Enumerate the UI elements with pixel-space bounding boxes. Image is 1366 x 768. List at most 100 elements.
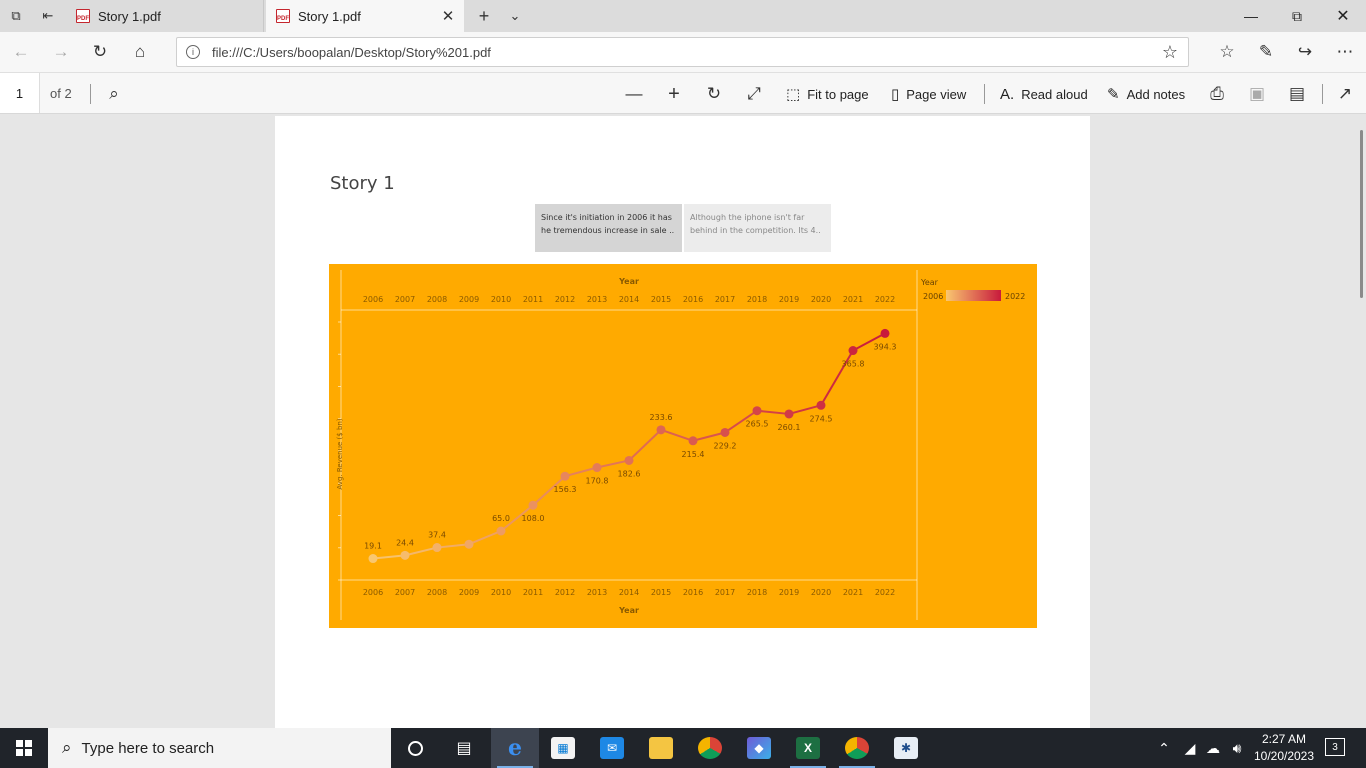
network-icon[interactable]: ◢ bbox=[1180, 728, 1200, 768]
favorites-icon[interactable]: ☆ bbox=[1214, 40, 1240, 64]
x-tick-label-bottom: 2011 bbox=[523, 588, 543, 597]
task-view-icon[interactable]: ▤ bbox=[440, 728, 488, 768]
fit-to-page-button[interactable]: ⬚ Fit to page bbox=[786, 83, 869, 105]
divider bbox=[984, 84, 985, 104]
taskbar-search[interactable]: ⌕ Type here to search bbox=[48, 728, 391, 768]
pen-icon[interactable]: ✎ bbox=[1253, 40, 1279, 64]
search-placeholder: Type here to search bbox=[81, 739, 215, 757]
pin-toolbar-icon[interactable]: ↗ bbox=[1333, 82, 1357, 106]
more-icon[interactable]: ⋯ bbox=[1332, 40, 1358, 64]
x-tick-label-bottom: 2017 bbox=[715, 588, 735, 597]
x-tick-label-top: 2009 bbox=[459, 295, 479, 304]
data-point bbox=[560, 471, 570, 481]
taskbar: ⌕ Type here to search ▤ e ▦ ✉ ◆ X ✱ ⌃ ◢ … bbox=[0, 728, 1366, 768]
minimize-icon[interactable]: — bbox=[1228, 0, 1274, 32]
page-total: of 2 bbox=[50, 86, 72, 101]
volume-icon[interactable]: 🔊︎ bbox=[1226, 728, 1248, 768]
x-tick-label-top: 2007 bbox=[395, 295, 415, 304]
story-point-2: Although the iphone isn't far behind in … bbox=[684, 204, 831, 252]
data-label: 394.3 bbox=[874, 342, 897, 351]
restore-icon[interactable]: ⧉ bbox=[1274, 0, 1320, 32]
read-aloud-label: Read aloud bbox=[1021, 86, 1088, 102]
save-as-icon[interactable]: ▤ bbox=[1285, 82, 1309, 106]
cortana-icon[interactable] bbox=[391, 728, 439, 768]
forward-arrow-icon[interactable]: → bbox=[48, 40, 74, 64]
x-tick-label-top: 2018 bbox=[747, 295, 767, 304]
onedrive-icon[interactable]: ☁ bbox=[1202, 728, 1224, 768]
data-label: 19.1 bbox=[364, 542, 382, 551]
copilot-app-icon[interactable]: ◆ bbox=[735, 728, 783, 768]
data-label: 260.1 bbox=[778, 423, 801, 432]
excel-app-icon[interactable]: X bbox=[784, 728, 832, 768]
pen-icon: ✎ bbox=[1107, 86, 1120, 103]
save-icon[interactable]: ▣ bbox=[1245, 82, 1269, 106]
edge-app-icon[interactable]: e bbox=[491, 728, 539, 768]
x-tick-label-top: 2006 bbox=[363, 295, 383, 304]
zoom-in-icon[interactable]: + bbox=[662, 82, 686, 106]
line-segment bbox=[628, 429, 662, 462]
tab-actions-icon[interactable]: ⧉ bbox=[6, 6, 26, 26]
x-tick-label-top: 2015 bbox=[651, 295, 671, 304]
fullscreen-icon[interactable]: ⤢ bbox=[742, 82, 766, 106]
search-icon[interactable]: ⌕ bbox=[102, 82, 126, 106]
story-point-1: Since it's initiation in 2006 it has he … bbox=[535, 204, 682, 252]
data-label: 37.4 bbox=[428, 531, 446, 540]
x-tick-label-bottom: 2014 bbox=[619, 588, 639, 597]
tab-story-1-inactive[interactable]: PDF Story 1.pdf bbox=[66, 0, 264, 32]
tab-story-1-active[interactable]: PDF Story 1.pdf ✕ bbox=[266, 0, 464, 32]
x-tick-label-top: 2022 bbox=[875, 295, 895, 304]
tab-title: Story 1.pdf bbox=[98, 8, 161, 24]
x-tick-label-bottom: 2007 bbox=[395, 588, 415, 597]
clock[interactable]: 2:27 AM 10/20/2023 bbox=[1247, 731, 1321, 765]
info-icon[interactable]: i bbox=[186, 45, 200, 59]
store-app-icon[interactable]: ▦ bbox=[539, 728, 587, 768]
scrollbar[interactable] bbox=[1360, 130, 1363, 298]
zoom-out-icon[interactable]: — bbox=[622, 82, 646, 106]
back-arrow-icon[interactable]: ← bbox=[8, 40, 34, 64]
chrome-profile-app-icon[interactable] bbox=[833, 728, 881, 768]
data-label: 24.4 bbox=[396, 538, 414, 547]
close-tab-icon[interactable]: ✕ bbox=[440, 8, 456, 25]
data-label: 108.0 bbox=[522, 514, 545, 523]
mail-app-icon[interactable]: ✉ bbox=[588, 728, 636, 768]
page-number-input[interactable]: 1 bbox=[0, 73, 40, 113]
x-axis-title-top: Year bbox=[618, 277, 639, 286]
data-label: 215.4 bbox=[682, 450, 705, 459]
refresh-icon[interactable]: ↻ bbox=[87, 40, 113, 64]
x-tick-label-bottom: 2009 bbox=[459, 588, 479, 597]
rotate-icon[interactable]: ↻ bbox=[702, 82, 726, 106]
data-label: 265.5 bbox=[746, 420, 769, 429]
line-segment bbox=[596, 459, 630, 469]
line-segment bbox=[788, 404, 822, 415]
page-view-button[interactable]: ▯ Page view bbox=[891, 83, 966, 105]
pdf-file-icon: PDF bbox=[276, 9, 290, 23]
close-window-icon[interactable]: ✕ bbox=[1320, 0, 1366, 32]
start-button[interactable] bbox=[0, 728, 48, 768]
set-aside-tabs-icon[interactable]: ⇤ bbox=[38, 6, 58, 26]
chrome-app-icon[interactable] bbox=[686, 728, 734, 768]
read-aloud-button[interactable]: A. Read aloud bbox=[1000, 83, 1088, 105]
url-input[interactable]: i file:///C:/Users/boopalan/Desktop/Stor… bbox=[176, 37, 1189, 67]
x-tick-label-bottom: 2019 bbox=[779, 588, 799, 597]
notification-center-icon[interactable]: 3 bbox=[1325, 738, 1345, 756]
tableau-app-icon[interactable]: ✱ bbox=[882, 728, 930, 768]
tab-list-chevron-icon[interactable]: ⌄ bbox=[505, 6, 525, 26]
home-icon[interactable]: ⌂ bbox=[127, 40, 153, 64]
x-tick-label-top: 2012 bbox=[555, 295, 575, 304]
add-notes-label: Add notes bbox=[1126, 86, 1186, 102]
x-tick-label-top: 2017 bbox=[715, 295, 735, 304]
print-icon[interactable]: ⎙ bbox=[1205, 82, 1229, 106]
new-tab-icon[interactable]: + bbox=[474, 6, 494, 26]
legend-title: Year bbox=[920, 278, 939, 287]
favorite-star-icon[interactable]: ☆ bbox=[1162, 42, 1178, 63]
file-explorer-icon[interactable] bbox=[637, 728, 685, 768]
tray-chevron-icon[interactable]: ⌃ bbox=[1154, 728, 1174, 768]
legend-gradient bbox=[946, 290, 1001, 301]
line-chart: 2006 2006 2007 2007 2008 2008 2009 2009 2010 2010… bbox=[329, 264, 1037, 628]
share-icon[interactable]: ↪ bbox=[1292, 40, 1318, 64]
add-notes-button[interactable]: ✎ Add notes bbox=[1107, 83, 1185, 105]
line-segment bbox=[660, 428, 694, 442]
windows-icon bbox=[16, 740, 32, 756]
data-point bbox=[528, 500, 538, 510]
line-segment bbox=[564, 466, 598, 478]
